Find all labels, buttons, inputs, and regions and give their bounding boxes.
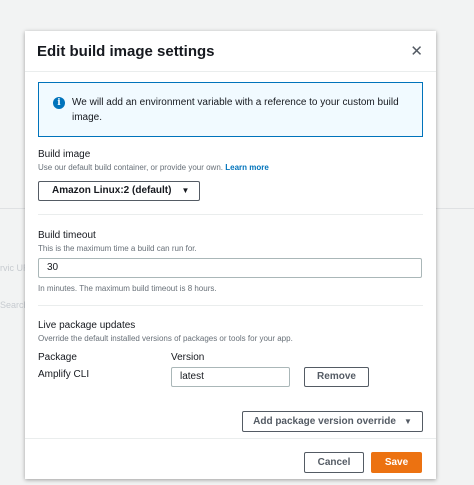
build-timeout-input[interactable]: 30 [38,257,422,278]
modal-title: Edit build image settings [37,42,215,60]
save-button[interactable]: Save [371,452,422,473]
caret-down-icon: ▼ [403,416,412,426]
info-icon: i [53,97,65,109]
add-override-label: Add package version override [253,415,396,427]
divider [38,213,423,215]
column-header-version: Version [171,351,205,363]
close-icon[interactable]: ✕ [410,44,423,59]
edit-build-image-modal: Edit build image settings ✕ i We will ad… [25,31,436,479]
live-package-updates-section: Live package updates Override the defaul… [38,320,423,432]
learn-more-link[interactable]: Learn more [225,163,269,172]
build-image-description: Use our default build container, or prov… [38,163,423,172]
remove-button[interactable]: Remove [304,366,369,387]
build-timeout-section: Build timeout This is the maximum time a… [38,230,423,293]
column-header-package: Package [38,351,77,363]
divider [38,304,423,306]
modal-footer: Cancel Save [25,438,436,479]
live-updates-label: Live package updates [38,319,136,331]
build-image-description-text: Use our default build container, or prov… [38,163,223,172]
build-image-selected-value: Amazon Linux:2 (default) [52,185,172,196]
build-timeout-hint: In minutes. The maximum build timeout is… [38,283,217,293]
build-image-select[interactable]: Amazon Linux:2 (default) ▼ [38,180,201,201]
live-updates-description: Override the default installed versions … [38,333,293,343]
version-input[interactable]: latest [171,366,290,387]
modal-body: i We will add an environment variable wi… [25,72,436,432]
modal-header: Edit build image settings ✕ [25,31,436,72]
caret-down-icon: ▼ [181,186,190,195]
build-image-label: Build image [38,149,91,160]
info-text: We will add an environment variable with… [72,97,399,123]
info-alert: i We will add an environment variable wi… [38,82,423,137]
add-package-override-button[interactable]: Add package version override ▼ [242,410,423,432]
cancel-button[interactable]: Cancel [304,452,364,473]
package-table: Package Version Amplify CLI latest Remov… [38,352,423,404]
build-timeout-description: This is the maximum time a build can run… [38,243,197,253]
build-image-section: Build image Use our default build contai… [38,149,423,201]
build-timeout-label: Build timeout [38,229,96,241]
package-name: Amplify CLI [38,368,90,380]
